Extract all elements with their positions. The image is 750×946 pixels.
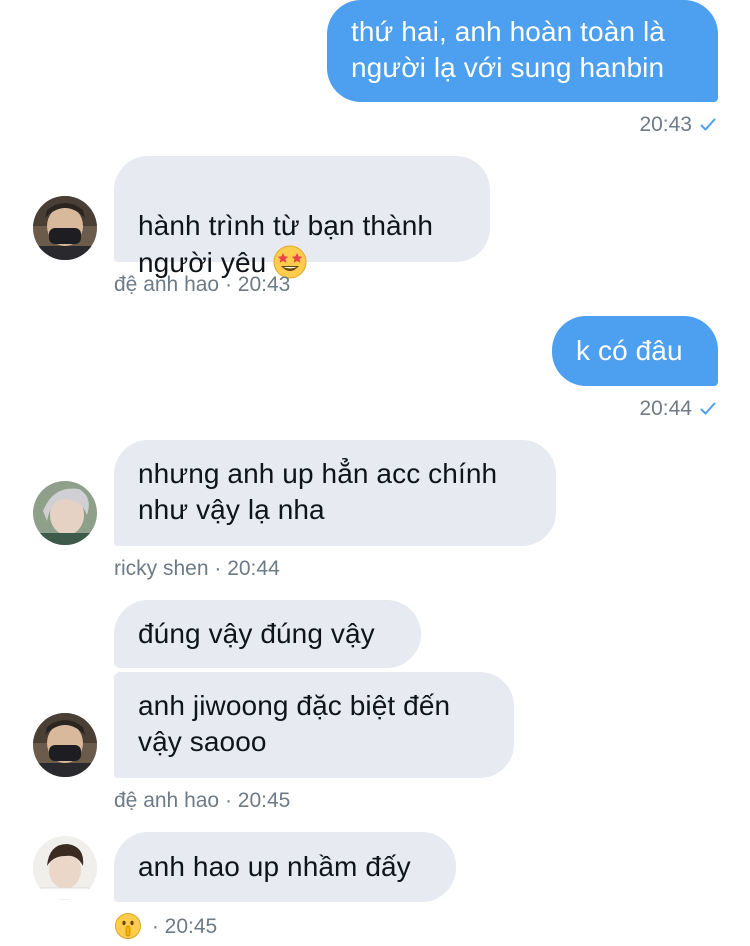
message-meta: đệ anh hao · 20:43: [114, 273, 291, 296]
message-bubble-outgoing[interactable]: k có đâu: [552, 316, 718, 386]
message-status: 20:44: [639, 397, 716, 421]
message-time: 20:45: [237, 789, 291, 812]
message-bubble-incoming[interactable]: hành trình từ bạn thành người yêu: [114, 156, 490, 279]
message-bubble-incoming[interactable]: nhưng anh up hẳn acc chính như vậy lạ nh…: [114, 440, 556, 546]
sender-name[interactable]: đệ anh hao: [114, 273, 219, 296]
message-bubble-incoming[interactable]: anh jiwoong đặc biệt đến vậy saooo: [114, 672, 514, 778]
message-status: 20:43: [639, 113, 716, 137]
avatar[interactable]: [33, 481, 97, 545]
sender-name[interactable]: ricky shen: [114, 557, 209, 580]
message-bubble-outgoing[interactable]: thứ hai, anh hoàn toàn là người lạ với s…: [327, 0, 718, 102]
message-meta: ricky shen · 20:44: [114, 557, 280, 580]
check-icon: [700, 118, 716, 131]
shushing-face-emoji[interactable]: [114, 912, 142, 940]
message-time: 20:45: [164, 915, 218, 938]
message-time: 20:43: [639, 113, 692, 136]
message-bubble-incoming[interactable]: anh hao up nhầm đấy: [114, 832, 456, 902]
check-icon: [700, 402, 716, 415]
message-time: 20:44: [227, 557, 280, 580]
avatar[interactable]: [33, 713, 97, 777]
message-time: 20:44: [639, 397, 692, 420]
avatar[interactable]: [33, 836, 97, 900]
sender-name[interactable]: đệ anh hao: [114, 789, 219, 812]
message-bubble-incoming[interactable]: đúng vậy đúng vậy: [114, 600, 421, 668]
message-meta: đệ anh hao · 20:45: [114, 789, 291, 812]
avatar[interactable]: [33, 196, 97, 260]
message-time: 20:43: [237, 273, 291, 296]
message-meta: · 20:45: [114, 912, 217, 940]
